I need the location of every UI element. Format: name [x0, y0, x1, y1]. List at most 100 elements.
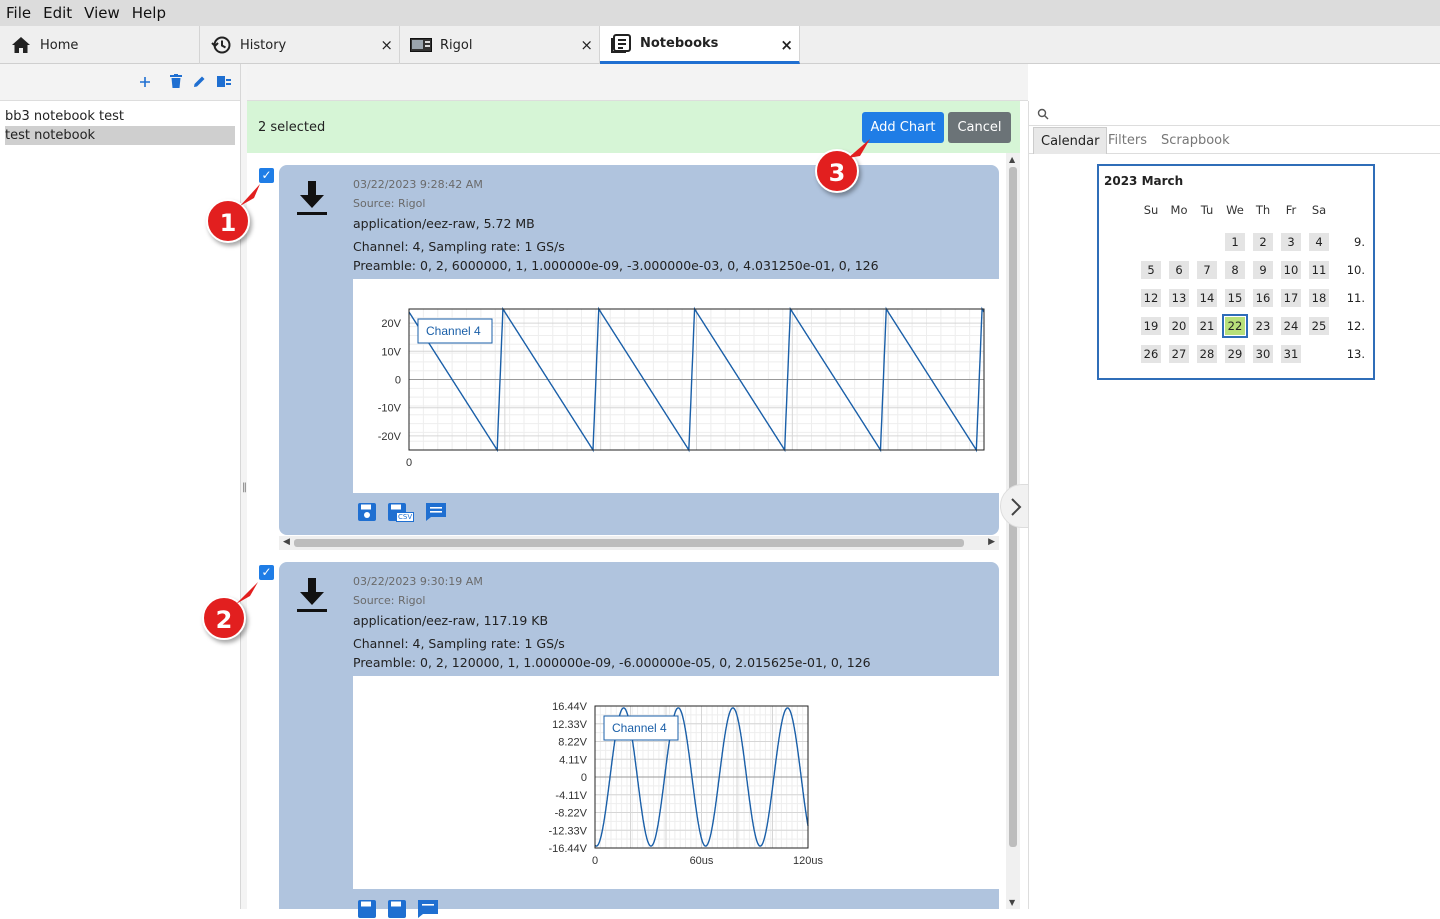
y-tick-label: 20V: [381, 318, 401, 330]
item-date: 03/22/2023 9:30:19 AM: [353, 575, 483, 588]
y-tick-label: -10V: [378, 403, 402, 415]
calendar-day[interactable]: 11: [1309, 261, 1329, 279]
notebook-icon: [610, 33, 632, 55]
calendar-day[interactable]: 24: [1281, 317, 1301, 335]
calendar-day[interactable]: 7: [1197, 261, 1217, 279]
calendar-day[interactable]: 1: [1225, 233, 1245, 251]
tab-home[interactable]: Home: [0, 26, 200, 64]
calendar-day[interactable]: 30: [1253, 345, 1273, 363]
menu-view[interactable]: View: [78, 4, 126, 22]
calendar-day[interactable]: 2: [1253, 233, 1273, 251]
calendar-day[interactable]: 4: [1309, 233, 1329, 251]
calendar-day-today[interactable]: 22: [1222, 314, 1248, 338]
x-tick-label: 0: [406, 457, 412, 469]
calendar-day[interactable]: 18: [1309, 289, 1329, 307]
calendar-dow: Tu: [1200, 203, 1214, 217]
add-icon[interactable]: [139, 74, 151, 92]
calendar-week-number: 11.: [1346, 291, 1365, 305]
tab-notebooks-label: Notebooks: [640, 36, 719, 51]
delete-icon[interactable]: [170, 74, 182, 92]
notebook-toolbar: [0, 64, 240, 101]
calendar-dow: Su: [1143, 203, 1159, 217]
cancel-button[interactable]: Cancel: [948, 112, 1011, 143]
calendar-day[interactable]: 28: [1197, 345, 1217, 363]
calendar-day[interactable]: 26: [1141, 345, 1161, 363]
menu-help[interactable]: Help: [126, 4, 172, 22]
chart-panel: 20V 10V 0 -10V -20V 0 Channel 4: [353, 279, 999, 493]
splitter-grip-icon: ‖: [242, 482, 247, 493]
menu-file[interactable]: File: [0, 4, 37, 22]
calendar-day[interactable]: 12: [1141, 289, 1161, 307]
tab-rigol[interactable]: Rigol ×: [400, 26, 600, 64]
calendar-day[interactable]: 27: [1169, 345, 1189, 363]
item-actions: [357, 899, 439, 919]
horizontal-scrollbar[interactable]: ◀ ▶: [279, 536, 999, 550]
menu-edit[interactable]: Edit: [37, 4, 78, 22]
download-icon[interactable]: [297, 578, 327, 614]
tab-calendar[interactable]: Calendar: [1033, 127, 1108, 154]
notebook-item[interactable]: bb3 notebook test: [5, 107, 235, 126]
y-tick-label: 4.11V: [559, 754, 588, 766]
calendar: 2023 March Su Mo Tu We Th Fr Sa 1 2 3 4 9. 5 6 7 8 9 10 11…: [1097, 164, 1375, 380]
y-tick-label: -4.11V: [555, 790, 587, 802]
tab-notebooks[interactable]: Notebooks ×: [600, 26, 800, 64]
tab-home-label: Home: [40, 37, 79, 53]
x-tick-label: 0: [592, 855, 598, 867]
item-actions: CSV: [357, 502, 447, 526]
calendar-day[interactable]: 25: [1309, 317, 1329, 335]
calendar-day[interactable]: 17: [1281, 289, 1301, 307]
save-icon[interactable]: [357, 899, 377, 919]
close-icon[interactable]: ×: [380, 36, 393, 54]
notebook-item-selected[interactable]: test notebook: [5, 126, 235, 145]
item-source: Source: Rigol: [353, 197, 426, 210]
calendar-day[interactable]: 21: [1197, 317, 1217, 335]
calendar-day[interactable]: 5: [1141, 261, 1161, 279]
legend-label: Channel 4: [426, 324, 481, 338]
chevron-right-icon: [1011, 498, 1022, 516]
selection-bar: 2 selected Add Chart Cancel: [247, 101, 1020, 153]
calendar-day[interactable]: 29: [1225, 345, 1245, 363]
notebook-settings-icon[interactable]: [217, 74, 231, 92]
annotation-pointer: [236, 582, 258, 604]
calendar-dow: We: [1226, 203, 1244, 217]
calendar-day[interactable]: 19: [1141, 317, 1161, 335]
calendar-day[interactable]: 8: [1225, 261, 1245, 279]
save-icon[interactable]: [357, 502, 377, 522]
y-tick-label: 10V: [381, 346, 401, 358]
save-csv-icon[interactable]: [387, 899, 407, 919]
notebook-list-pane: bb3 notebook test test notebook: [0, 64, 241, 909]
calendar-day[interactable]: 3: [1281, 233, 1301, 251]
close-icon[interactable]: ×: [580, 36, 593, 54]
calendar-day[interactable]: 13: [1169, 289, 1189, 307]
calendar-day[interactable]: 23: [1253, 317, 1273, 335]
save-csv-icon[interactable]: CSV: [387, 502, 415, 526]
right-pane: Calendar Filters Scrapbook 2023 March Su…: [1028, 101, 1440, 909]
tab-filters[interactable]: Filters: [1101, 127, 1154, 154]
calendar-day[interactable]: 15: [1225, 289, 1245, 307]
edit-icon[interactable]: [193, 74, 206, 92]
waveform-chart[interactable]: 20V 10V 0 -10V -20V 0 Channel 4: [353, 279, 999, 493]
close-icon[interactable]: ×: [780, 36, 793, 54]
tab-scrapbook[interactable]: Scrapbook: [1154, 127, 1237, 154]
history-icon: [210, 34, 232, 56]
calendar-day[interactable]: 9: [1253, 261, 1273, 279]
calendar-day[interactable]: 10: [1281, 261, 1301, 279]
selected-count: 2 selected: [258, 120, 326, 135]
waveform-chart[interactable]: 16.44V 12.33V 8.22V 4.11V 0 -4.11V -8.22V -12.3…: [353, 676, 999, 889]
comment-icon[interactable]: [425, 502, 447, 522]
collapse-panel-button[interactable]: [1000, 484, 1030, 528]
csv-badge: CSV: [396, 512, 415, 522]
calendar-day[interactable]: 20: [1169, 317, 1189, 335]
calendar-day[interactable]: 14: [1197, 289, 1217, 307]
tab-history[interactable]: History ×: [200, 26, 400, 64]
calendar-week-number: 13.: [1346, 347, 1365, 361]
comment-icon[interactable]: [417, 899, 439, 919]
search-bar[interactable]: [1029, 101, 1440, 126]
calendar-day[interactable]: 31: [1281, 345, 1301, 363]
calendar-dow: Sa: [1311, 203, 1327, 217]
download-icon[interactable]: [297, 181, 327, 217]
calendar-day[interactable]: 16: [1253, 289, 1273, 307]
calendar-day[interactable]: 6: [1169, 261, 1189, 279]
vertical-scrollbar[interactable]: ▲ ▼: [1006, 153, 1020, 909]
y-tick-label: -20V: [378, 431, 402, 443]
